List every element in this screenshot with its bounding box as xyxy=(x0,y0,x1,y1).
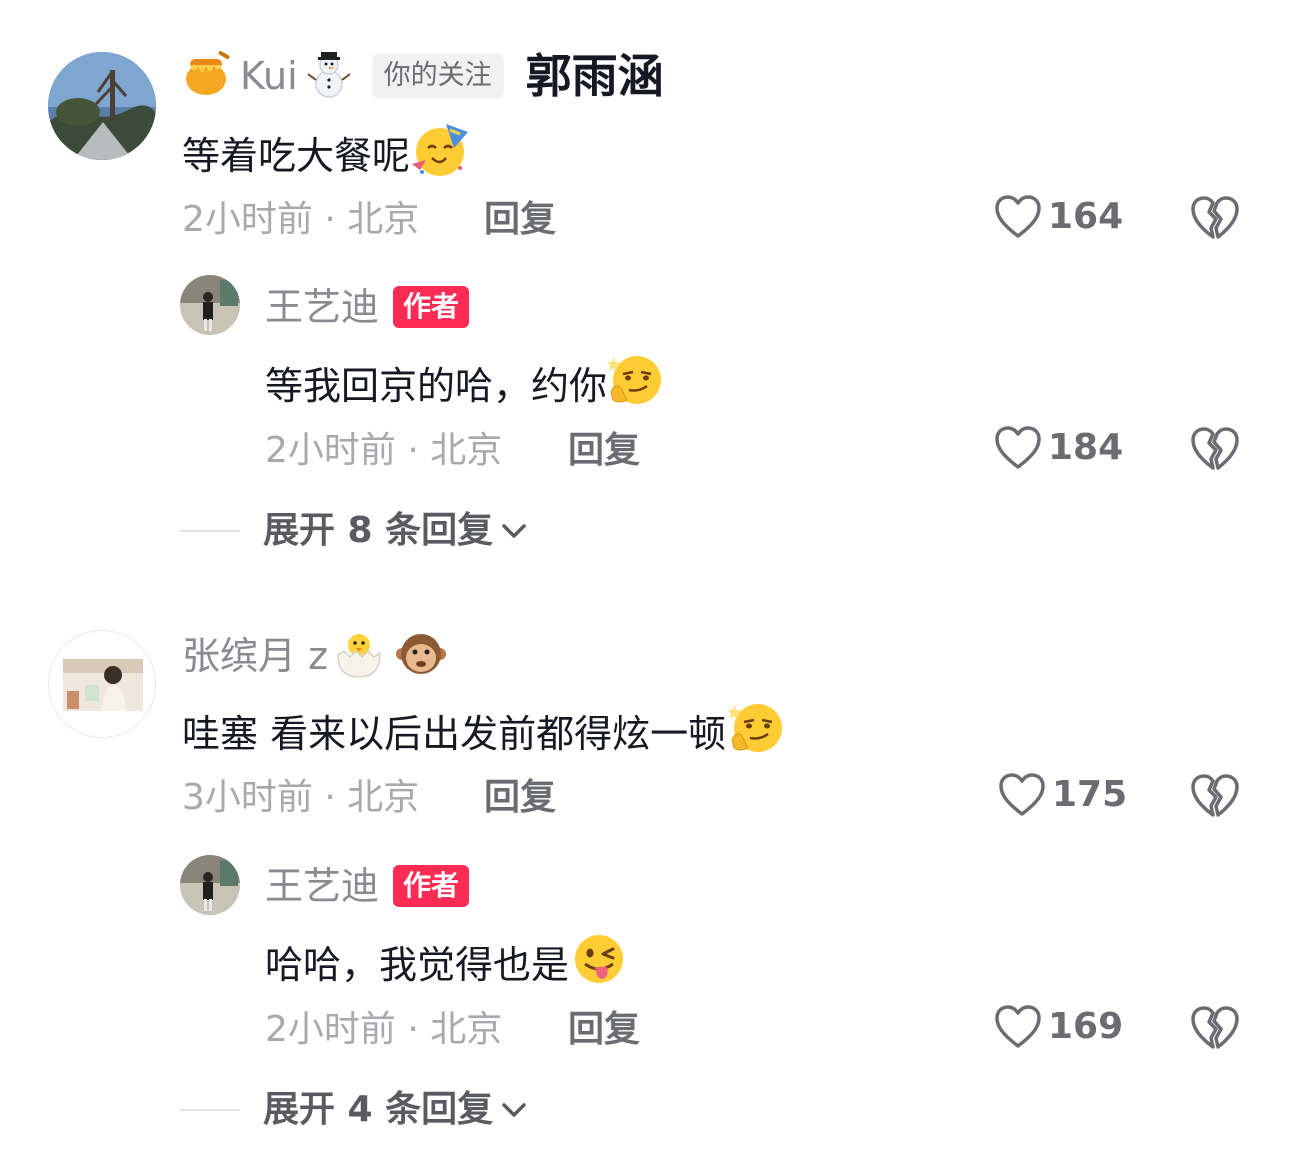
expand-replies-label: 展开 8 条回复 xyxy=(263,510,494,551)
like-count: 164 xyxy=(1048,196,1124,237)
expand-replies-button[interactable]: 展开 8 条回复 xyxy=(263,508,527,554)
reply-time-location: 2小时前 · 北京 xyxy=(265,430,503,471)
like-button[interactable]: 164 xyxy=(994,194,1123,240)
broken-heart-icon xyxy=(1191,1006,1239,1049)
chevron-down-icon xyxy=(502,524,526,538)
comment-text: 哇塞 看来以后出发前都得炫一顿 xyxy=(182,700,788,767)
monkey-face-icon xyxy=(396,630,447,682)
reply-button[interactable]: 回复 xyxy=(568,1007,640,1053)
partying-face-icon xyxy=(410,122,472,189)
like-button[interactable]: 175 xyxy=(998,772,1127,818)
honey-pot-icon xyxy=(182,51,232,101)
mention-tag[interactable]: 郭雨涵 xyxy=(526,49,664,103)
heart-icon xyxy=(995,1005,1041,1048)
author-badge: 作者 xyxy=(393,865,470,907)
reply-button[interactable]: 回复 xyxy=(484,775,556,821)
commenter-name[interactable]: Kui xyxy=(240,52,298,100)
smirk-thinking-icon xyxy=(726,700,788,767)
reply-text: 等我回京的哈，约你 xyxy=(265,352,665,419)
expand-replies-button[interactable]: 展开 4 条回复 xyxy=(263,1087,527,1133)
dislike-button[interactable] xyxy=(1190,1004,1240,1056)
chevron-down-icon xyxy=(502,1103,526,1117)
smirk-thinking-icon xyxy=(607,352,665,419)
hatching-chick-icon xyxy=(334,629,384,683)
reply-text: 哈哈，我觉得也是 xyxy=(265,932,629,997)
dislike-button[interactable] xyxy=(1190,194,1240,246)
reply-button[interactable]: 回复 xyxy=(484,197,556,243)
comment-text: 等着吃大餐呢 xyxy=(182,122,472,189)
expand-divider xyxy=(180,1109,240,1111)
winking-tongue-icon xyxy=(569,932,629,997)
broken-heart-icon xyxy=(1191,196,1239,239)
reply-body: 哈哈，我觉得也是 xyxy=(265,942,570,987)
like-button[interactable]: 169 xyxy=(994,1004,1123,1050)
reply-body: 等我回京的哈，约你 xyxy=(265,363,608,408)
comment-header: Kui 你的关注 郭雨涵 xyxy=(182,49,664,103)
comment-header: 张缤月 z xyxy=(182,629,447,683)
like-count: 175 xyxy=(1052,774,1128,815)
reply-header: 王艺迪 作者 xyxy=(265,283,470,331)
expand-replies-label: 展开 4 条回复 xyxy=(263,1089,494,1130)
avatar-kui[interactable] xyxy=(48,52,156,160)
author-badge: 作者 xyxy=(393,286,470,328)
like-count: 184 xyxy=(1048,427,1124,468)
like-count: 169 xyxy=(1048,1006,1124,1047)
broken-heart-icon xyxy=(1191,427,1239,470)
comment-time-location: 2小时前 · 北京 xyxy=(182,199,420,240)
commenter-name[interactable]: 张缤月 z xyxy=(182,632,328,680)
heart-icon xyxy=(995,426,1041,469)
reply-author-name[interactable]: 王艺迪 xyxy=(265,862,379,910)
avatar-author[interactable] xyxy=(180,275,240,335)
expand-divider xyxy=(180,530,240,532)
comment-body: 等着吃大餐呢 xyxy=(182,133,411,178)
broken-heart-icon xyxy=(1191,774,1239,817)
avatar-author[interactable] xyxy=(180,855,240,915)
following-badge: 你的关注 xyxy=(371,54,504,98)
dislike-button[interactable] xyxy=(1190,425,1240,477)
comment-body: 哇塞 看来以后出发前都得炫一顿 xyxy=(182,711,727,756)
avatar-zhangbinyue[interactable] xyxy=(48,630,156,738)
snowman-icon xyxy=(306,50,352,102)
heart-icon xyxy=(999,773,1045,816)
reply-header: 王艺迪 作者 xyxy=(265,862,470,910)
like-button[interactable]: 184 xyxy=(994,425,1123,471)
reply-author-name[interactable]: 王艺迪 xyxy=(265,283,379,331)
dislike-button[interactable] xyxy=(1190,772,1240,824)
comment-time-location: 3小时前 · 北京 xyxy=(182,777,420,818)
reply-time-location: 2小时前 · 北京 xyxy=(265,1009,503,1050)
heart-icon xyxy=(995,195,1041,238)
reply-button[interactable]: 回复 xyxy=(568,428,640,474)
